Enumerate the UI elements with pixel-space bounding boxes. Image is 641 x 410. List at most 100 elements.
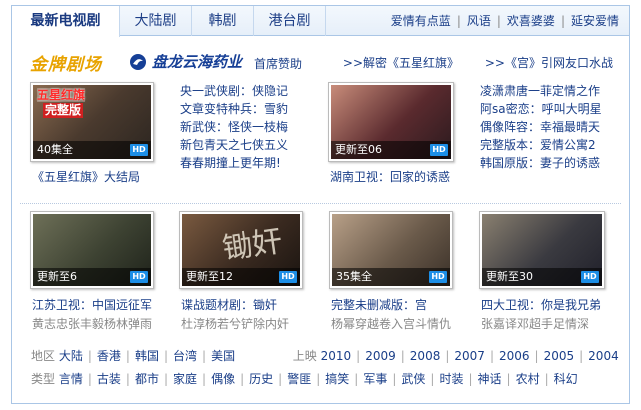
- tab-hk-taiwan[interactable]: 港台剧: [254, 6, 326, 36]
- list-item[interactable]: 偶像阵容：幸福最晴天: [480, 118, 602, 136]
- thumb-caption[interactable]: 谍战题材剧：锄奸: [181, 296, 277, 313]
- poster-image: 更新至06 HD: [331, 85, 451, 159]
- thumb-caption[interactable]: 《五星红旗》大结局: [32, 168, 140, 185]
- divider: [20, 203, 621, 204]
- filter-type[interactable]: 搞笑: [325, 372, 349, 386]
- thumb-caption[interactable]: 江苏卫视：中国远征军: [32, 296, 152, 313]
- list-item[interactable]: 完整版本：爱情公寓2: [480, 136, 602, 154]
- thumb-subcaption[interactable]: 杨幂穿越卷入宫斗情仇: [331, 315, 451, 332]
- filter-type[interactable]: 神话: [478, 372, 502, 386]
- separator: |: [506, 372, 511, 386]
- top-link[interactable]: 风语: [467, 14, 491, 28]
- promo-bar: 金牌剧场 盘龙云海药业 首席赞助 >>解密《五星红旗》 >>《宫》引网友口水战: [12, 50, 629, 75]
- region-year-filter: 地区 大陆 | 香港 | 韩国 | 台湾 | 美国 上映 2010 | 2009 | 2008 | 2007…: [31, 347, 619, 364]
- filter-type[interactable]: 农村: [516, 372, 540, 386]
- filter-type[interactable]: 武侠: [401, 372, 425, 386]
- filter-type[interactable]: 家庭: [173, 372, 197, 386]
- filter-type[interactable]: 军事: [363, 372, 387, 386]
- thumb-caption[interactable]: 湖南卫视：回家的诱惑: [330, 168, 450, 185]
- gold-theater-logo[interactable]: 金牌剧场: [30, 50, 102, 75]
- sponsor-label: 首席赞助: [254, 57, 303, 71]
- separator: |: [202, 372, 207, 386]
- list-item[interactable]: 阿sa密恋：呼叫大明星: [480, 100, 602, 118]
- filter-label: 地区: [31, 349, 56, 363]
- poster-image: 锄奸 更新至12 HD: [182, 214, 300, 286]
- poster-image: 更新至30 HD: [482, 214, 602, 286]
- hd-icon: HD: [430, 144, 448, 156]
- thumbnail[interactable]: 35集全 HD: [329, 211, 453, 289]
- filter-type[interactable]: 都市: [135, 372, 159, 386]
- thumbnail[interactable]: 锄奸 更新至12 HD: [179, 211, 303, 289]
- list-item[interactable]: 央一武侠剧：侠隐记: [180, 82, 288, 100]
- thumbnail[interactable]: 更新至06 HD: [328, 82, 454, 162]
- thumbnail[interactable]: 更新至30 HD: [479, 211, 605, 289]
- filter-type[interactable]: 历史: [249, 372, 273, 386]
- tab-korean[interactable]: 韩剧: [192, 6, 254, 36]
- thumb-subcaption[interactable]: 张嘉译邓超手足情深: [481, 315, 589, 332]
- sponsor-name[interactable]: 盘龙云海药业: [152, 51, 242, 72]
- filter-year[interactable]: 2010: [321, 349, 352, 363]
- hd-icon: HD: [581, 271, 599, 283]
- filter-region[interactable]: 美国: [211, 349, 235, 363]
- filter-year[interactable]: 2005: [544, 349, 575, 363]
- thumb-subcaption[interactable]: 黄志忠张丰毅杨林弹雨: [32, 315, 152, 332]
- drama-list: 凌潇肃唐一菲定情之作 阿sa密恋：呼叫大明星 偶像阵容：幸福最晴天 完整版本：爱…: [480, 82, 602, 172]
- separator: |: [560, 14, 565, 28]
- thumbnail[interactable]: 更新至6 HD: [30, 211, 154, 289]
- tab-latest-tv[interactable]: 最新电视剧: [12, 6, 120, 37]
- list-item[interactable]: 春春期撞上更年期!: [180, 154, 288, 172]
- promo-link[interactable]: >>《宫》引网友口水战: [485, 56, 613, 70]
- separator: |: [278, 372, 283, 386]
- top-links: 爱情有点蓝 | 风语 | 欢喜婆婆 | 延安爱情: [391, 6, 619, 36]
- filter-year[interactable]: 2009: [365, 349, 396, 363]
- promo-links: >>解密《五星红旗》 >>《宫》引网友口水战: [321, 54, 613, 71]
- filter-type[interactable]: 时装: [439, 372, 463, 386]
- thumb-subcaption[interactable]: 杜淳杨若兮铲除内奸: [181, 315, 289, 332]
- type-filter: 类型 言情 | 古装 | 都市 | 家庭 | 偶像 | 历史 | 警匪 | 搞笑 | 军事 | 武侠 | 时装 | 神话 | 农…: [31, 370, 578, 387]
- filter-region[interactable]: 韩国: [135, 349, 159, 363]
- filter-type[interactable]: 警匪: [287, 372, 311, 386]
- separator: |: [430, 372, 435, 386]
- filter-label: 类型: [31, 372, 56, 386]
- promo-link[interactable]: >>解密《五星红旗》: [343, 56, 459, 70]
- separator: |: [125, 349, 130, 363]
- calligraphy-title: 锄奸: [220, 223, 285, 267]
- separator: |: [87, 349, 92, 363]
- hd-icon: HD: [279, 271, 297, 283]
- thumbnail[interactable]: 五星红旗 完整版 40集全 HD: [30, 82, 154, 162]
- separator: |: [468, 372, 473, 386]
- filter-type[interactable]: 科幻: [554, 372, 578, 386]
- poster-image: 五星红旗 完整版 40集全 HD: [33, 85, 151, 159]
- list-item[interactable]: 新武侠：怪侠一枝梅: [180, 118, 288, 136]
- filter-year[interactable]: 2006: [499, 349, 530, 363]
- filter-region[interactable]: 香港: [97, 349, 121, 363]
- list-item[interactable]: 韩国原版：妻子的诱惑: [480, 154, 602, 172]
- separator: |: [163, 372, 169, 386]
- separator: |: [579, 349, 584, 363]
- separator: |: [392, 372, 397, 386]
- list-item[interactable]: 新包青天之七侠五义: [180, 136, 288, 154]
- thumb-caption[interactable]: 四大卫视：你是我兄弟: [481, 296, 601, 313]
- filter-year[interactable]: 2004: [588, 349, 619, 363]
- filter-region[interactable]: 台湾: [173, 349, 197, 363]
- top-link[interactable]: 爱情有点蓝: [391, 14, 451, 28]
- list-item[interactable]: 文章变特种兵：雪豹: [180, 100, 288, 118]
- separator: |: [544, 372, 549, 386]
- separator: |: [400, 349, 405, 363]
- filter-type[interactable]: 古装: [97, 372, 121, 386]
- filter-year[interactable]: 2008: [410, 349, 441, 363]
- top-link[interactable]: 延安爱情: [571, 14, 619, 28]
- thumb-caption[interactable]: 完整未删减版：宫: [331, 296, 427, 313]
- tab-mainland[interactable]: 大陆剧: [120, 6, 192, 36]
- filter-region[interactable]: 大陆: [59, 349, 83, 363]
- filter-year[interactable]: 2007: [454, 349, 485, 363]
- hd-icon: HD: [130, 144, 148, 156]
- filter-type[interactable]: 偶像: [211, 372, 235, 386]
- top-link[interactable]: 欢喜婆婆: [507, 14, 555, 28]
- separator: |: [456, 14, 461, 28]
- separator: |: [125, 372, 130, 386]
- poster-image: 35集全 HD: [332, 214, 450, 286]
- list-item[interactable]: 凌潇肃唐一菲定情之作: [480, 82, 602, 100]
- filter-type[interactable]: 言情: [59, 372, 83, 386]
- separator: |: [163, 349, 169, 363]
